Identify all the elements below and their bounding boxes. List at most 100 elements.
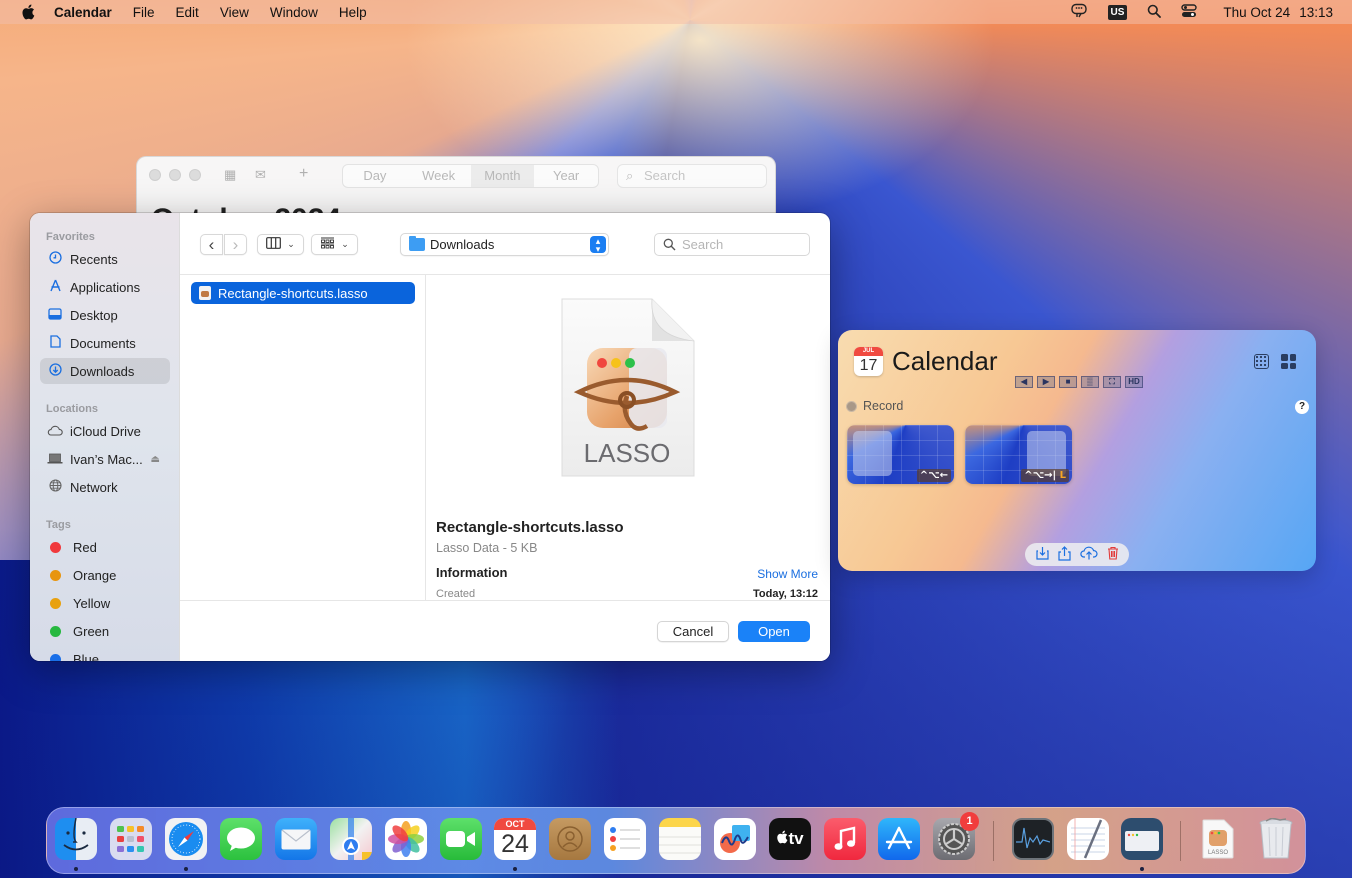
- input-source-indicator[interactable]: US: [1107, 4, 1128, 20]
- dock-safari[interactable]: [165, 818, 207, 860]
- spotlight-search-icon[interactable]: [1147, 4, 1162, 21]
- grid-view-icon[interactable]: [1254, 354, 1269, 369]
- dock-messages[interactable]: [220, 818, 262, 860]
- inbox-icon[interactable]: ✉: [255, 167, 266, 183]
- dock-lasso-file[interactable]: LASSO: [1199, 818, 1237, 860]
- dock-freeform[interactable]: [714, 818, 756, 860]
- dock-calendar[interactable]: OCT 24: [494, 818, 536, 860]
- dock-music[interactable]: [824, 818, 866, 860]
- view-mode-button[interactable]: ⌄: [257, 234, 304, 255]
- close-button[interactable]: [149, 169, 161, 181]
- cloud-upload-icon[interactable]: [1079, 546, 1098, 563]
- previous-icon[interactable]: ◀: [1015, 376, 1033, 388]
- menu-edit[interactable]: Edit: [176, 5, 199, 20]
- dock-activity-monitor[interactable]: [1012, 818, 1054, 860]
- sidebar-tag-orange[interactable]: Orange: [40, 562, 170, 588]
- tab-year[interactable]: Year: [534, 165, 598, 187]
- sidebar-item-recents[interactable]: Recents: [40, 246, 170, 272]
- sidebar-item-label: Red: [73, 539, 97, 555]
- sidebar-tag-green[interactable]: Green: [40, 618, 170, 644]
- apple-logo-icon[interactable]: [20, 4, 36, 20]
- group-by-button[interactable]: ⌄: [311, 234, 358, 255]
- sidebar-tag-red[interactable]: Red: [40, 534, 170, 560]
- menu-bar-time[interactable]: 13:13: [1299, 5, 1333, 20]
- layout-thumbnail-right-half[interactable]: ^⌥→| L: [965, 425, 1072, 484]
- help-button[interactable]: ?: [1295, 400, 1309, 414]
- folder-icon: [409, 236, 425, 251]
- trash-icon[interactable]: [1107, 546, 1119, 563]
- open-button[interactable]: Open: [738, 621, 810, 642]
- control-center-icon[interactable]: [1181, 3, 1198, 21]
- sidebar-item-documents[interactable]: Documents: [40, 330, 170, 356]
- dock-trash[interactable]: [1255, 818, 1297, 860]
- fill-icon[interactable]: ▒: [1081, 376, 1099, 388]
- sidebar-tag-blue[interactable]: Blue: [40, 646, 170, 661]
- dock-contacts[interactable]: [549, 818, 591, 860]
- sidebar-item-label: Documents: [70, 335, 136, 351]
- menu-app-name[interactable]: Calendar: [54, 5, 112, 20]
- file-row[interactable]: Rectangle-shortcuts.lasso: [191, 282, 415, 304]
- tag-color-dot: [50, 653, 61, 661]
- dialog-search-input[interactable]: Search: [654, 233, 810, 256]
- dock-photos[interactable]: [385, 818, 427, 860]
- next-icon[interactable]: ▶: [1037, 376, 1055, 388]
- dock-mail[interactable]: [275, 818, 317, 860]
- menu-file[interactable]: File: [133, 5, 155, 20]
- sidebar-tag-yellow[interactable]: Yellow: [40, 590, 170, 616]
- zoom-button[interactable]: [189, 169, 201, 181]
- information-heading: Information: [436, 565, 508, 580]
- dock-app-store[interactable]: [878, 818, 920, 860]
- sidebar-item-applications[interactable]: Applications: [40, 274, 170, 300]
- sidebar-item-desktop[interactable]: Desktop: [40, 302, 170, 328]
- import-icon[interactable]: [1035, 546, 1049, 563]
- dock-notes[interactable]: [659, 818, 701, 860]
- eject-icon[interactable]: ⏏: [151, 454, 160, 465]
- sidebar-item-network[interactable]: Network: [40, 474, 170, 500]
- tv-label: tv: [788, 829, 804, 848]
- dock-textedit[interactable]: [1067, 818, 1109, 860]
- calendar-dock-month: OCT: [494, 818, 536, 830]
- dock-tv[interactable]: tv: [769, 818, 811, 860]
- fullscreen-icon[interactable]: ⛶: [1103, 376, 1121, 388]
- layout-thumbnail-left-half[interactable]: ^⌥←: [847, 425, 954, 484]
- tab-week[interactable]: Week: [407, 165, 471, 187]
- dock-facetime[interactable]: [440, 818, 482, 860]
- sidebar-item-label: iCloud Drive: [70, 423, 141, 439]
- sidebar-item-ivans-mac[interactable]: Ivan’s Mac... ⏏: [40, 446, 170, 472]
- menu-view[interactable]: View: [220, 5, 249, 20]
- tab-day[interactable]: Day: [343, 165, 407, 187]
- stop-icon[interactable]: ■: [1059, 376, 1077, 388]
- location-popup[interactable]: Downloads ▴ ▾: [400, 233, 609, 256]
- tab-month[interactable]: Month: [470, 165, 535, 187]
- forward-button[interactable]: ›: [224, 234, 247, 255]
- search-placeholder: Search: [682, 237, 724, 252]
- minimize-button[interactable]: [169, 169, 181, 181]
- calendar-list-icon[interactable]: ▦: [224, 167, 236, 183]
- search-placeholder: Search: [644, 168, 686, 183]
- menu-help[interactable]: Help: [339, 5, 367, 20]
- tag-color-dot: [50, 541, 61, 553]
- share-icon[interactable]: [1057, 545, 1071, 564]
- back-button[interactable]: ‹: [200, 234, 223, 255]
- dock-launchpad[interactable]: [110, 818, 152, 860]
- dock-maps[interactable]: [330, 818, 372, 860]
- dock-rectangle-pro[interactable]: [1121, 818, 1163, 860]
- cancel-button[interactable]: Cancel: [657, 621, 729, 642]
- sidebar-section-locations: Locations: [46, 403, 98, 415]
- calendar-search-input[interactable]: ⌕ Search: [617, 164, 767, 188]
- show-more-link[interactable]: Show More: [757, 567, 818, 581]
- add-event-icon[interactable]: +: [299, 165, 308, 183]
- dock-finder[interactable]: [55, 818, 97, 860]
- record-toggle[interactable]: Record: [846, 399, 903, 413]
- document-icon: [47, 335, 63, 351]
- menu-window[interactable]: Window: [270, 5, 318, 20]
- running-indicator: [74, 867, 78, 871]
- chat-support-icon[interactable]: [1070, 3, 1088, 22]
- hd-icon[interactable]: HD: [1125, 376, 1143, 388]
- sidebar-item-icloud-drive[interactable]: iCloud Drive: [40, 418, 170, 444]
- sidebar-item-downloads[interactable]: Downloads: [40, 358, 170, 384]
- tile-view-icon[interactable]: [1281, 354, 1296, 369]
- columns-view-icon: [266, 237, 282, 252]
- menu-bar-date[interactable]: Thu Oct 24: [1223, 5, 1290, 20]
- dock-reminders[interactable]: [604, 818, 646, 860]
